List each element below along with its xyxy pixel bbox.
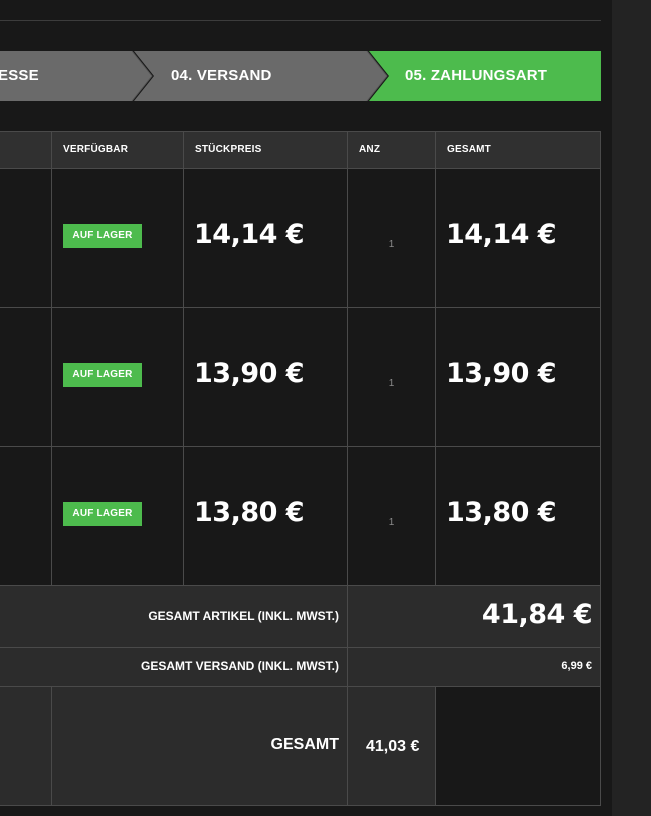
- table-row-1-unit-price: 14,14 €: [184, 169, 348, 308]
- table-row-1-qty[interactable]: 1: [348, 169, 436, 308]
- grand-total-label-cell: GESAMT: [52, 687, 348, 806]
- cart-table: VERFÜGBAR STÜCKPREIS ANZ GESAMT AUF LAGE…: [0, 131, 601, 806]
- checkout-steps: ESSE 04. VERSAND 05. ZAHLUNGSART: [0, 51, 601, 101]
- grand-total-empty: [436, 687, 601, 806]
- stock-badge: AUF LAGER: [63, 502, 142, 526]
- summary-articles-label-cell: GESAMT ARTIKEL (INKL. MWST.): [0, 586, 348, 648]
- grand-total-label: GESAMT: [270, 736, 339, 753]
- table-row-2-qty[interactable]: 1: [348, 308, 436, 447]
- table-row-2-availability: AUF LAGER: [52, 308, 184, 447]
- grand-total-spacer: [0, 687, 52, 806]
- unit-price: 13,80 €: [194, 497, 305, 528]
- summary-articles-value-cell: 41,84 €: [348, 586, 601, 648]
- page-gutter: [612, 0, 651, 816]
- table-row-1-total: 14,14 €: [436, 169, 601, 308]
- table-row-3-total: 13,80 €: [436, 447, 601, 586]
- grand-total-value: 41,03 €: [366, 738, 420, 755]
- summary-articles-value: 41,84 €: [481, 599, 593, 630]
- stock-badge: AUF LAGER: [63, 363, 142, 387]
- grand-total-value-cell: 41,03 €: [348, 687, 436, 806]
- table-row-3-availability: AUF LAGER: [52, 447, 184, 586]
- summary-articles-label: GESAMT ARTIKEL (INKL. MWST.): [148, 609, 339, 623]
- header-unit-price: STÜCKPREIS: [184, 131, 348, 169]
- quantity-value[interactable]: 1: [348, 517, 435, 528]
- header-available: VERFÜGBAR: [52, 131, 184, 169]
- divider: [0, 20, 601, 21]
- quantity-value[interactable]: 1: [348, 378, 435, 389]
- summary-shipping-value-cell: 6,99 €: [348, 648, 601, 687]
- summary-shipping-label-cell: GESAMT VERSAND (INKL. MWST.): [0, 648, 348, 687]
- unit-price: 14,14 €: [194, 219, 305, 250]
- step-address-label[interactable]: ESSE: [0, 51, 39, 101]
- step-shipping-label[interactable]: 04. VERSAND: [171, 51, 272, 101]
- unit-price: 13,90 €: [194, 358, 305, 389]
- row-total: 13,80 €: [446, 497, 557, 528]
- row-total: 14,14 €: [446, 219, 557, 250]
- summary-shipping-label: GESAMT VERSAND (INKL. MWST.): [141, 659, 339, 673]
- table-row-1-article: [0, 169, 52, 308]
- header-qty: ANZ: [348, 131, 436, 169]
- row-total: 13,90 €: [446, 358, 557, 389]
- summary-shipping-value: 6,99 €: [561, 660, 592, 672]
- table-row-2-total: 13,90 €: [436, 308, 601, 447]
- table-row-2-unit-price: 13,90 €: [184, 308, 348, 447]
- table-row-3-article: [0, 447, 52, 586]
- quantity-value[interactable]: 1: [348, 239, 435, 250]
- header-total: GESAMT: [436, 131, 601, 169]
- header-cell-article: [0, 131, 52, 169]
- table-row-3-unit-price: 13,80 €: [184, 447, 348, 586]
- stock-badge: AUF LAGER: [63, 224, 142, 248]
- table-row-1-availability: AUF LAGER: [52, 169, 184, 308]
- table-row-3-qty[interactable]: 1: [348, 447, 436, 586]
- step-payment-label[interactable]: 05. ZAHLUNGSART: [405, 51, 547, 101]
- table-row-2-article: [0, 308, 52, 447]
